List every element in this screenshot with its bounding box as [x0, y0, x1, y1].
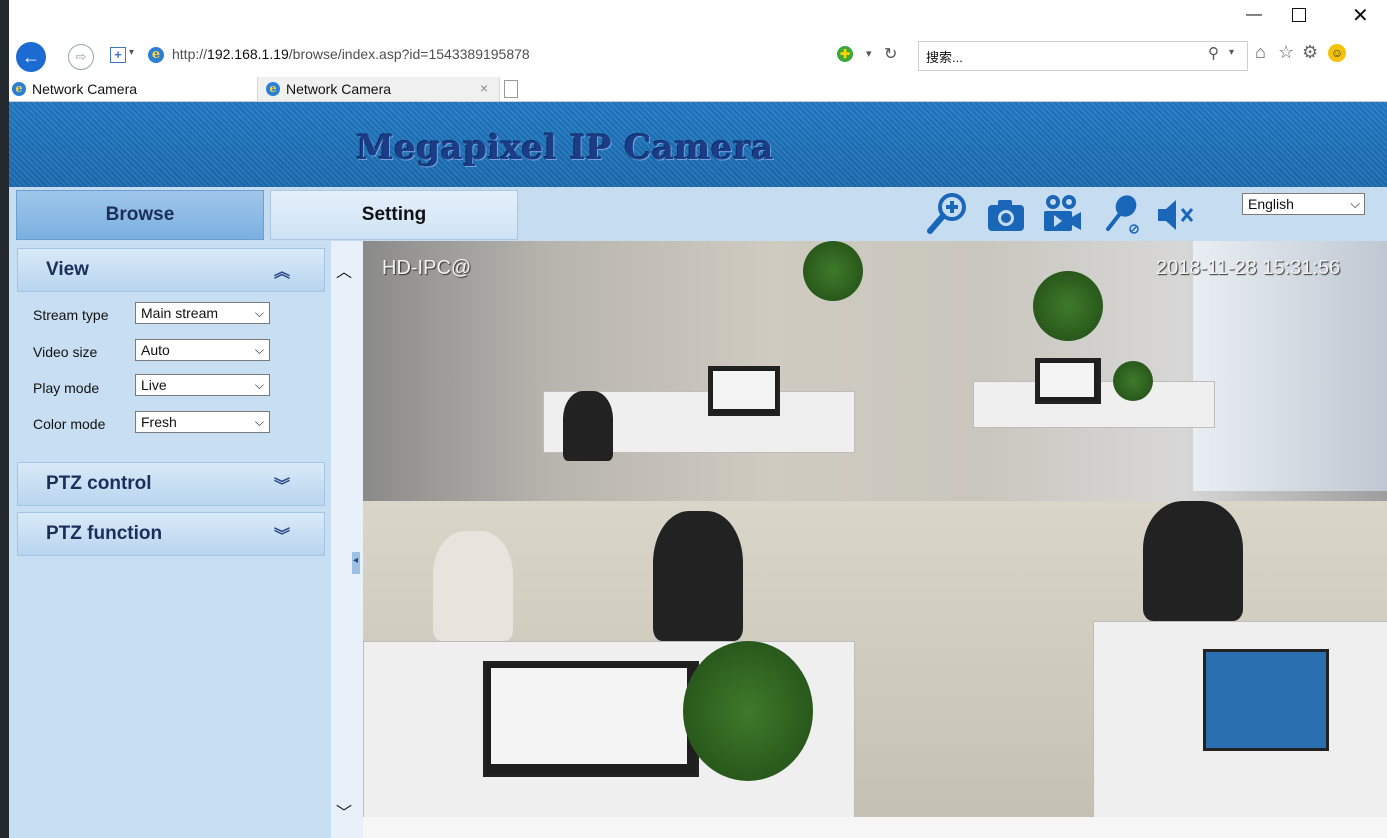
chevron-down-icon[interactable]: ▾	[129, 47, 134, 58]
panel-title: PTZ function	[46, 523, 163, 544]
person	[563, 391, 613, 461]
mute-speaker-icon[interactable]	[1154, 191, 1198, 237]
ie-page-icon: e	[148, 47, 164, 63]
language-value: English	[1248, 196, 1294, 212]
ptz-function-panel-header[interactable]: PTZ function ︾	[17, 512, 325, 556]
video-size-label: Video size	[33, 344, 98, 360]
url-prefix: http://	[172, 46, 208, 62]
scroll-up-icon[interactable]: ︿	[336, 258, 352, 282]
play-mode-select[interactable]: Live ⌵	[135, 374, 270, 396]
search-icon[interactable]: ⚲	[1208, 44, 1219, 62]
window-maximize-button[interactable]	[1292, 8, 1306, 22]
video-osd-label: HD-IPC@	[382, 257, 472, 279]
arrow-right-icon: ⇨	[75, 49, 87, 64]
tab-label: Network Camera	[32, 81, 138, 97]
zoom-in-icon[interactable]	[924, 191, 968, 237]
gear-icon[interactable]: ⚙	[1302, 42, 1318, 63]
ie-tab-icon: e	[12, 82, 26, 96]
compatibility-icon[interactable]: ✚	[837, 46, 853, 62]
monitor-screen	[1040, 363, 1094, 397]
color-mode-select[interactable]: Fresh ⌵	[135, 411, 270, 433]
close-tab-icon[interactable]: ×	[480, 80, 488, 96]
chevron-down-icon: ⌵	[254, 378, 264, 392]
back-button[interactable]: ←	[16, 42, 46, 72]
arrow-left-icon: ←	[22, 46, 40, 67]
person	[433, 531, 513, 641]
view-panel-header[interactable]: View ︽	[17, 248, 325, 292]
monitor-screen	[491, 668, 687, 764]
stream-type-label: Stream type	[33, 307, 109, 323]
refresh-icon[interactable]: ↻	[884, 44, 897, 64]
plant	[1113, 361, 1153, 401]
chevron-down-icon: ⌵	[1350, 196, 1360, 211]
monitor-screen	[713, 371, 775, 409]
select-value: Live	[141, 377, 167, 393]
play-mode-label: Play mode	[33, 380, 100, 396]
video-size-select[interactable]: Auto ⌵	[135, 339, 270, 361]
monitor	[1203, 649, 1329, 751]
browser-tab-active[interactable]: e Network Camera	[257, 77, 500, 101]
search-placeholder: 搜索...	[926, 50, 963, 65]
page-title: Megapixel IP Camera	[9, 128, 1387, 168]
chevron-down-icon: ⌵	[254, 306, 264, 320]
url-path: /browse/index.asp?id=1543389195878	[288, 46, 530, 62]
plant	[1033, 271, 1103, 341]
chevron-down-icon: ⌵	[254, 415, 264, 429]
stream-type-select[interactable]: Main stream ⌵	[135, 302, 270, 324]
address-bar[interactable]: http://192.168.1.19/browse/index.asp?id=…	[172, 46, 530, 62]
collapse-double-chevron-up-icon[interactable]: ︽	[274, 258, 290, 282]
forward-button[interactable]: ⇨	[68, 44, 94, 70]
chevron-left-icon: ◂	[353, 555, 359, 566]
tab-label: Network Camera	[286, 81, 392, 97]
chevron-down-icon: ⌵	[254, 343, 264, 357]
scroll-down-icon[interactable]: ﹀	[336, 799, 352, 823]
ptz-control-panel-header[interactable]: PTZ control ︾	[17, 462, 325, 506]
sidebar-scrollbar[interactable]	[331, 241, 363, 838]
color-mode-label: Color mode	[33, 416, 106, 432]
select-value: Auto	[141, 342, 170, 358]
new-tab-button[interactable]	[504, 80, 518, 98]
tab-browse[interactable]: Browse	[16, 190, 264, 240]
home-icon[interactable]: ⌂	[1255, 42, 1266, 63]
snapshot-camera-icon[interactable]	[984, 191, 1028, 237]
page-title-text: Megapixel IP Camera	[356, 128, 774, 168]
language-select[interactable]: English ⌵	[1242, 193, 1365, 215]
search-input[interactable]	[918, 41, 1248, 71]
record-video-icon[interactable]	[1040, 191, 1084, 237]
feedback-smiley-icon[interactable]: ☺	[1328, 44, 1346, 62]
plant	[803, 241, 863, 301]
favorites-star-icon[interactable]: ☆	[1278, 42, 1294, 63]
plant	[683, 641, 813, 781]
browser-tab[interactable]: e Network Camera	[12, 77, 252, 101]
panel-title: PTZ control	[46, 473, 152, 494]
add-favorite-button[interactable]: +	[110, 47, 126, 63]
select-value: Fresh	[141, 414, 177, 430]
expand-double-chevron-down-icon[interactable]: ︾	[274, 472, 290, 496]
video-osd-timestamp: 2018-11-28 15:31:56	[1156, 257, 1341, 279]
live-video-view[interactable]	[363, 241, 1387, 817]
window-minimize-button[interactable]: —	[1246, 6, 1262, 24]
chevron-down-icon[interactable]: ▾	[866, 47, 872, 60]
desktop-edge	[0, 0, 9, 838]
ie-tab-icon: e	[266, 82, 280, 96]
panel-title: View	[46, 259, 89, 280]
expand-double-chevron-down-icon[interactable]: ︾	[274, 522, 290, 546]
chevron-down-icon[interactable]: ▾	[1229, 47, 1234, 58]
person	[1143, 501, 1243, 621]
window-close-button[interactable]: ✕	[1352, 3, 1369, 28]
person	[653, 511, 743, 641]
url-host: 192.168.1.19	[207, 46, 289, 62]
tab-setting[interactable]: Setting	[270, 190, 518, 240]
select-value: Main stream	[141, 305, 219, 321]
microphone-icon[interactable]	[1100, 191, 1144, 237]
video-bottom-bar	[363, 817, 1387, 838]
